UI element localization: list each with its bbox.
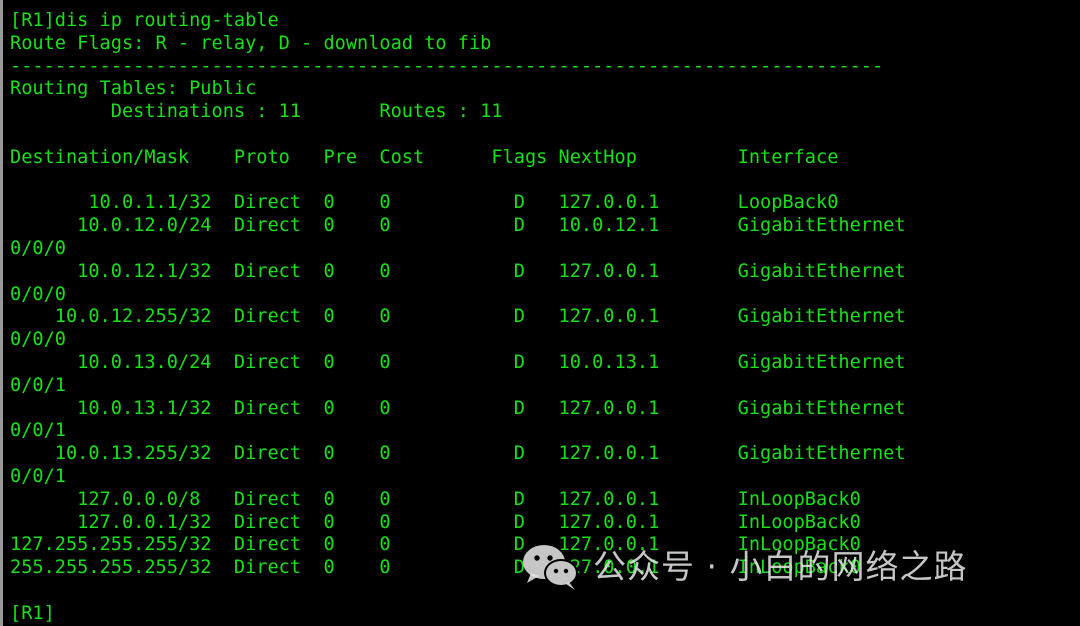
route-line: 0/0/1	[10, 420, 66, 442]
route-line: 127.0.0.1/32 Direct 0 0 D 127.0.0.1 InLo…	[10, 511, 861, 533]
command-line: [R1]dis ip routing-table	[10, 10, 279, 31]
route-line: 10.0.13.255/32 Direct 0 0 D 127.0.0.1 Gi…	[10, 443, 906, 465]
separator-line: ----------------------------------------…	[10, 55, 884, 77]
route-line: 0/0/0	[10, 237, 66, 259]
route-line: 127.255.255.255/32 Direct 0 0 D 127.0.0.…	[10, 534, 861, 556]
route-line: 10.0.13.0/24 Direct 0 0 D 10.0.13.1 Giga…	[10, 351, 906, 373]
route-line: 10.0.13.1/32 Direct 0 0 D 127.0.0.1 Giga…	[10, 397, 906, 419]
final-prompt[interactable]: [R1]	[10, 603, 1080, 626]
route-line: 0/0/0	[10, 329, 66, 351]
routing-tables-label: Routing Tables: Public	[10, 78, 257, 100]
route-flags-legend: Route Flags: R - relay, D - download to …	[10, 32, 492, 54]
route-line: 255.255.255.255/32 Direct 0 0 D 127.0.0.…	[10, 557, 861, 579]
route-line: 127.0.0.0/8 Direct 0 0 D 127.0.0.1 InLoo…	[10, 488, 861, 510]
route-line: 10.0.12.0/24 Direct 0 0 D 10.0.12.1 Giga…	[10, 215, 906, 237]
route-line: 10.0.12.255/32 Direct 0 0 D 127.0.0.1 Gi…	[10, 306, 906, 328]
routing-summary: Destinations : 11 Routes : 11	[10, 101, 503, 123]
route-line: 10.0.12.1/32 Direct 0 0 D 127.0.0.1 Giga…	[10, 260, 906, 282]
table-header: Destination/Mask Proto Pre Cost Flags Ne…	[10, 146, 839, 168]
terminal-window[interactable]: [R1]dis ip routing-table Route Flags: R …	[0, 0, 1080, 626]
route-line: 0/0/1	[10, 374, 66, 396]
route-line: 10.0.1.1/32 Direct 0 0 D 127.0.0.1 LoopB…	[10, 192, 839, 214]
route-line: 0/0/0	[10, 283, 66, 305]
route-line: 0/0/1	[10, 465, 66, 487]
